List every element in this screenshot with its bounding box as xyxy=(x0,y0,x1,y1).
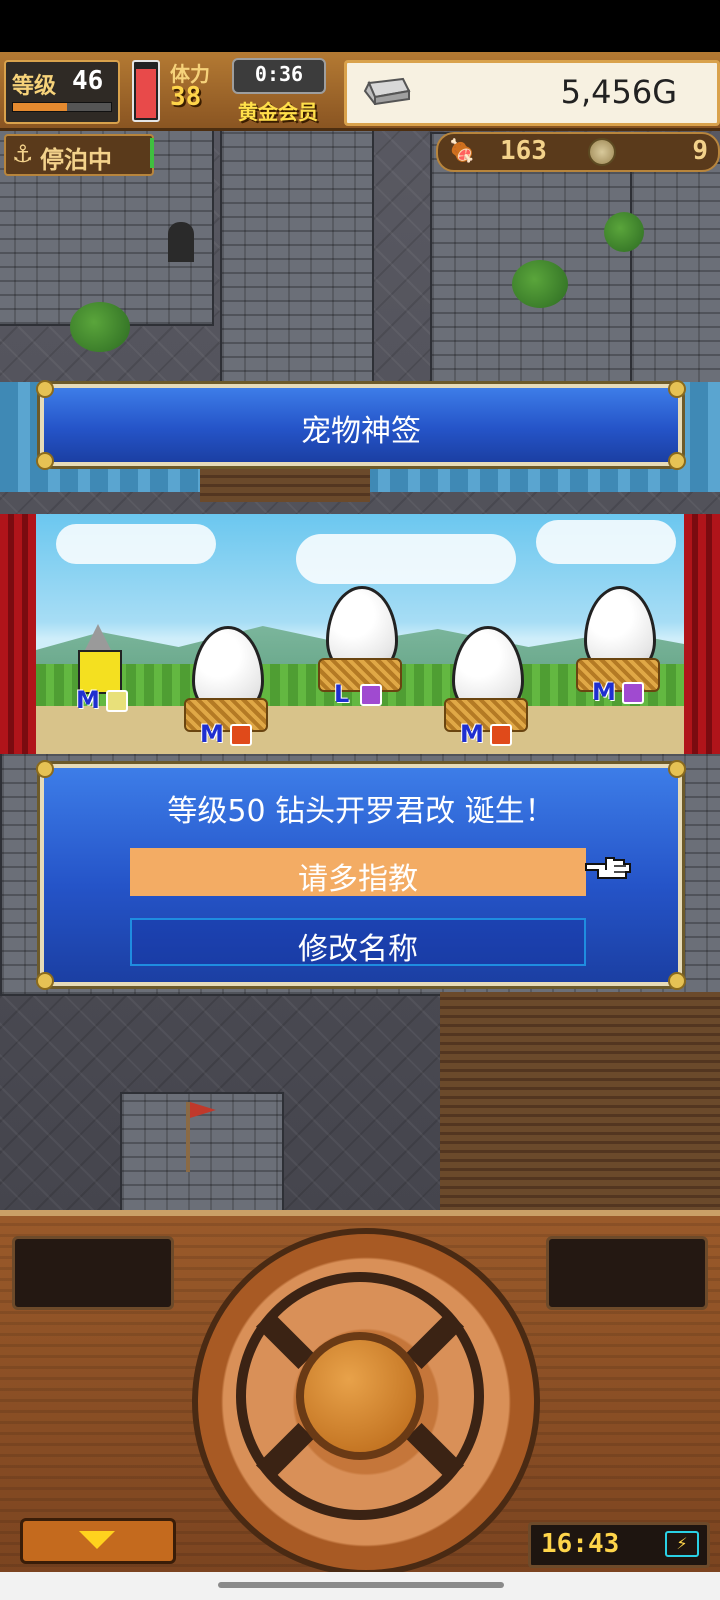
bush xyxy=(70,302,130,352)
bush xyxy=(512,260,568,308)
cloud xyxy=(296,534,516,584)
medal-value: 9 xyxy=(692,136,708,166)
drill-pet[interactable]: M xyxy=(76,624,136,714)
right-slot-button[interactable] xyxy=(546,1236,708,1310)
panel-corner xyxy=(36,380,54,398)
docking-status[interactable]: ⚓ 停泊中 xyxy=(4,134,154,176)
down-arrow-icon xyxy=(79,1531,115,1549)
timer-text: 0:36 xyxy=(254,62,304,86)
curtain-left xyxy=(0,514,36,754)
stage-scene: M M L M M xyxy=(36,514,684,754)
clock-text: 16:43 xyxy=(541,1529,620,1559)
resource-counter: 🍖 163 9 xyxy=(436,132,720,172)
cloud xyxy=(56,524,216,564)
member-status: 黄金会员 xyxy=(238,100,318,124)
level-label: 等级 xyxy=(12,74,57,99)
pet-size-label: M xyxy=(460,720,484,748)
pet-tag xyxy=(360,684,382,706)
pet-egg[interactable]: M xyxy=(182,626,272,752)
top-hud: 等级 46 体力 38 0:36 黄金会员 5,456G xyxy=(0,52,720,131)
pet-size-label: M xyxy=(76,686,100,714)
pet-tag xyxy=(230,724,252,746)
exp-bar-fill xyxy=(13,103,67,111)
home-gesture-handle[interactable] xyxy=(218,1582,504,1588)
greet-option-label: 请多指教 xyxy=(298,862,418,897)
cloud xyxy=(536,520,676,564)
menu-toggle-button[interactable] xyxy=(20,1518,176,1564)
rename-option-label: 修改名称 xyxy=(298,932,418,967)
exp-bar xyxy=(12,102,112,112)
egg-nest xyxy=(444,698,528,732)
curtain-right xyxy=(684,514,720,754)
left-slot-button[interactable] xyxy=(12,1236,174,1310)
panel-corner xyxy=(36,452,54,470)
castle-wall xyxy=(630,162,720,386)
gold-display[interactable]: 5,456G xyxy=(344,60,720,126)
silver-bar-icon xyxy=(363,77,411,105)
gold-value: 5,456G xyxy=(560,73,677,111)
panel-corner xyxy=(668,760,686,778)
controller-panel: 16:43 ⚡ xyxy=(0,1210,720,1578)
greet-option-button[interactable]: 请多指教 xyxy=(130,848,586,897)
level-value: 46 xyxy=(72,66,104,96)
level-indicator: 等级 46 xyxy=(4,60,120,124)
pet-egg[interactable]: L xyxy=(316,586,406,712)
pet-egg[interactable]: M xyxy=(574,586,664,712)
docking-indicator xyxy=(150,138,154,168)
meat-icon: 🍖 xyxy=(448,139,476,164)
pet-size-label: L xyxy=(334,680,350,708)
clock-display: 16:43 ⚡ xyxy=(528,1522,710,1568)
egg-nest xyxy=(576,658,660,692)
flag-pole xyxy=(186,1102,190,1172)
battery-charging-icon: ⚡ xyxy=(665,1531,699,1557)
pet-tag xyxy=(622,682,644,704)
stamina-timer: 0:36 xyxy=(232,58,326,94)
birth-dialog: 等级50 钻头开罗君改 诞生！ 请多指教 修改名称 xyxy=(36,760,686,990)
panel-corner xyxy=(668,452,686,470)
pointing-hand-icon xyxy=(585,857,631,879)
stamina-gauge-fill xyxy=(136,69,156,118)
egg-nest xyxy=(184,698,268,732)
dialog-message: 等级50 钻头开罗君改 诞生！ xyxy=(167,794,555,829)
meat-value: 163 xyxy=(500,136,547,166)
pet-stage: M M L M M xyxy=(0,514,720,754)
panel-corner xyxy=(36,760,54,778)
dpad-center-button[interactable] xyxy=(296,1332,424,1460)
pet-tag xyxy=(106,690,128,712)
wooden-pier xyxy=(440,992,720,1212)
pet-size-label: M xyxy=(200,720,224,748)
stamina-gauge xyxy=(132,60,160,122)
pet-tag xyxy=(490,724,512,746)
panel-corner xyxy=(668,380,686,398)
drill-tip xyxy=(84,624,112,652)
stamina-value: 38 xyxy=(170,82,202,112)
castle-window xyxy=(168,222,194,262)
anchor-icon: ⚓ xyxy=(12,140,34,168)
medal-icon xyxy=(588,138,616,166)
pet-egg[interactable]: M xyxy=(442,626,532,752)
bush xyxy=(604,212,644,252)
rename-option-button[interactable]: 修改名称 xyxy=(130,918,586,967)
direction-pad[interactable] xyxy=(192,1228,540,1576)
castle-tower xyxy=(220,112,374,416)
panel-title: 宠物神签 xyxy=(301,414,421,449)
title-panel: 宠物神签 xyxy=(36,380,686,470)
panel-corner xyxy=(668,972,686,990)
pet-size-label: M xyxy=(592,678,616,706)
system-nav-bar xyxy=(0,1572,720,1600)
docking-status-text: 停泊中 xyxy=(40,146,112,174)
system-status-bar xyxy=(0,0,720,52)
panel-corner xyxy=(36,972,54,990)
